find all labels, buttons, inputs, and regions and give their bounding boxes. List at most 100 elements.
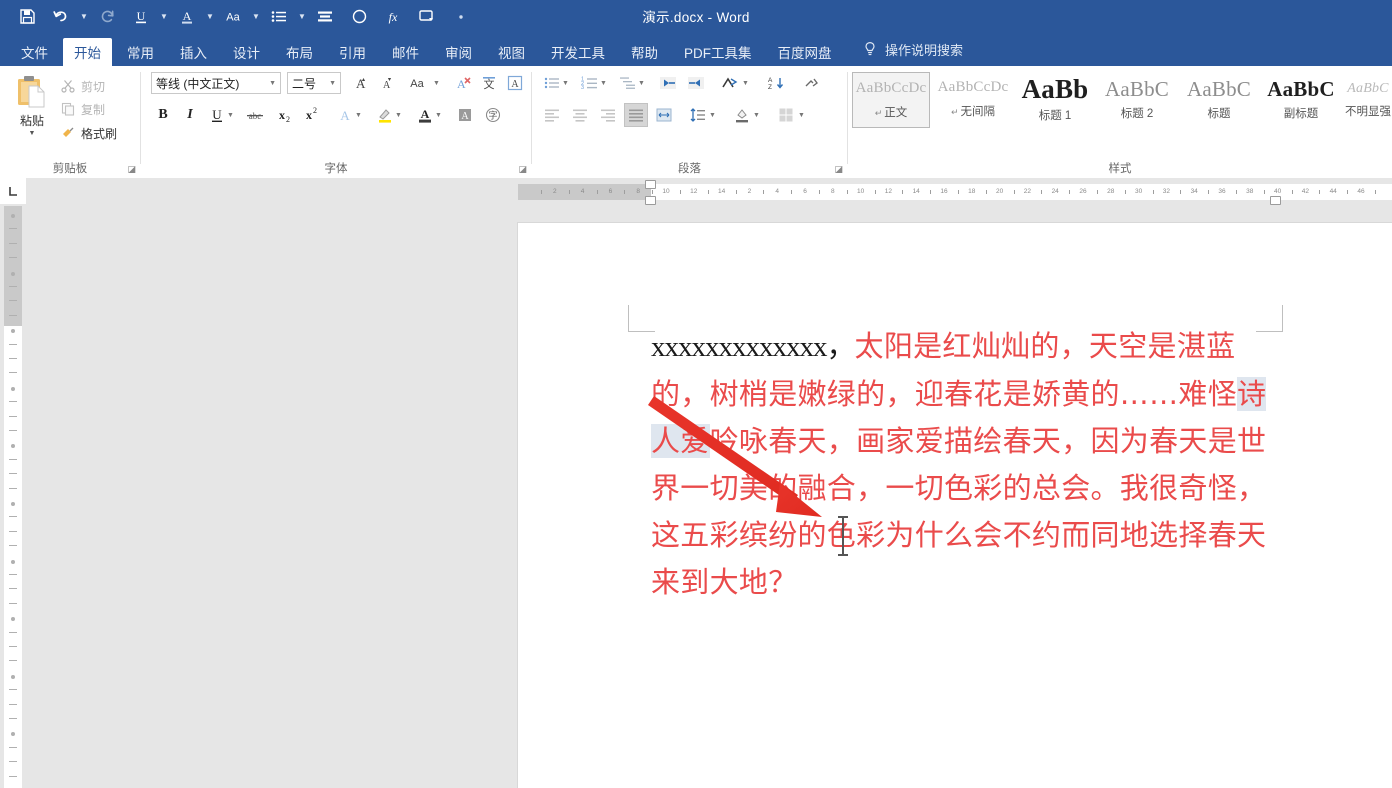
change-case-caret-icon[interactable]: ▼ [431,71,442,95]
asian-layout-caret-icon[interactable]: ▼ [740,71,751,95]
style-title[interactable]: AaBbC 标题 [1180,72,1258,128]
decrease-indent-button[interactable] [656,71,680,95]
style-subtitle[interactable]: AaBbC 副标题 [1262,72,1340,128]
tab-view[interactable]: 视图 [487,38,536,66]
style-heading-2[interactable]: AaBbC 标题 2 [1098,72,1176,128]
justify-button[interactable] [624,103,648,127]
subscript-button[interactable]: x 2 [271,103,295,127]
sort-button[interactable]: A Z [764,71,788,95]
paste-dropdown-caret-icon[interactable]: ▼ [29,130,36,137]
quick-access-toolbar[interactable]: ▼ U ▼ A ▼ Aa ▼ ▼ fx [10,0,478,32]
screenshot-icon[interactable] [410,0,444,32]
character-border-button[interactable]: A [503,71,527,95]
tab-pdf-tools[interactable]: PDF工具集 [673,38,763,66]
change-case-button[interactable]: Aa [403,71,431,95]
font-name-caret-icon[interactable]: ▼ [269,80,276,87]
tab-common[interactable]: 常用 [116,38,165,66]
asian-layout-button[interactable] [718,71,742,95]
italic-button[interactable]: I [178,103,202,127]
character-shading-button[interactable]: A [453,103,477,127]
clear-formatting-button[interactable]: A [451,71,475,95]
left-indent-marker[interactable] [645,196,656,205]
right-indent-marker[interactable] [1270,196,1281,205]
change-case-icon[interactable]: Aa [216,0,250,32]
borders-button[interactable] [774,103,798,127]
document-page[interactable]: xxxxxxxxxxxxx，太阳是红灿灿的，天空是湛蓝的，树梢是嫩绿的，迎春花是… [518,223,1392,788]
vertical-ruler[interactable] [4,206,22,788]
font-size-caret-icon[interactable]: ▼ [329,80,336,87]
ruler-tick [568,190,570,194]
tab-layout[interactable]: 布局 [275,38,324,66]
copy-button[interactable]: 复制 [60,99,105,119]
font-color-icon[interactable]: A [170,0,204,32]
shrink-font-button[interactable]: A [373,71,397,95]
align-center-button[interactable] [568,103,592,127]
undo-icon[interactable] [44,0,78,32]
text-effects-caret-icon[interactable]: ▼ [353,103,364,127]
highlight-caret-icon[interactable]: ▼ [393,103,404,127]
superscript-button[interactable]: x 2 [298,103,322,127]
ribbon: 粘贴 ▼ 剪切 复制 格式刷 剪贴板 ◪ 等线 (中文正文) ▼ 二号 ▼ A … [0,66,1392,179]
strikethrough-button[interactable]: abc [243,103,267,127]
bullets-icon[interactable] [262,0,296,32]
first-line-indent-marker[interactable] [645,180,656,189]
tab-help[interactable]: 帮助 [620,38,669,66]
function-icon[interactable]: fx [376,0,410,32]
enclose-characters-button[interactable]: 字 [481,103,505,127]
font-color-dropdown-caret-icon[interactable]: ▼ [204,0,216,32]
font-size-input[interactable]: 二号 ▼ [287,72,341,94]
tab-design[interactable]: 设计 [222,38,271,66]
tell-me-search[interactable]: 操作说明搜索 [862,32,963,66]
tab-baidu-netdisk[interactable]: 百度网盘 [767,38,843,66]
circle-icon[interactable] [342,0,376,32]
underline-style-caret-icon[interactable]: ▼ [225,103,236,127]
clipboard-dialog-launcher[interactable]: ◪ [127,164,136,175]
save-icon[interactable] [10,0,44,32]
style-no-spacing[interactable]: AaBbCcDc ↵ 无间隔 [934,72,1012,128]
tab-file[interactable]: 文件 [10,38,59,66]
svg-text:3: 3 [581,85,584,91]
font-name-input[interactable]: 等线 (中文正文) ▼ [151,72,281,94]
font-dialog-launcher[interactable]: ◪ [518,164,527,175]
format-painter-button[interactable]: 格式刷 [60,123,117,143]
increase-indent-button[interactable] [684,71,708,95]
bullets-dropdown-caret-icon[interactable]: ▼ [296,0,308,32]
show-formatting-marks-button[interactable] [800,71,824,95]
change-case-dropdown-caret-icon[interactable]: ▼ [250,0,262,32]
distribute-button[interactable] [652,103,676,127]
style-subtle-emphasis[interactable]: AaBbC 不明显强 [1344,72,1392,128]
line-spacing-caret-icon[interactable]: ▼ [707,103,718,127]
tab-home[interactable]: 开始 [63,38,112,66]
paragraph-align-icon[interactable] [308,0,342,32]
redo-icon[interactable] [90,0,124,32]
undo-dropdown-caret-icon[interactable]: ▼ [78,0,90,32]
underline-icon[interactable]: U [124,0,158,32]
numbering-caret-icon[interactable]: ▼ [598,71,609,95]
customize-qat-icon[interactable] [444,0,478,32]
multilevel-list-caret-icon[interactable]: ▼ [636,71,647,95]
ribbon-group-clipboard: 粘贴 ▼ 剪切 复制 格式刷 剪贴板 ◪ [0,66,140,178]
align-right-button[interactable] [596,103,620,127]
paragraph-dialog-launcher[interactable]: ◪ [834,164,843,175]
tab-stop-selector[interactable] [0,178,26,204]
tab-review[interactable]: 审阅 [434,38,483,66]
borders-caret-icon[interactable]: ▼ [796,103,807,127]
shading-caret-icon[interactable]: ▼ [751,103,762,127]
style-normal[interactable]: AaBbCcDc ↵ 正文 [852,72,930,128]
tab-mailings[interactable]: 邮件 [381,38,430,66]
bold-button[interactable]: B [151,103,175,127]
font-color-caret-icon[interactable]: ▼ [433,103,444,127]
style-heading-1[interactable]: AaBb 标题 1 [1016,72,1094,128]
phonetic-guide-button[interactable]: 文 [477,71,501,95]
tab-references[interactable]: 引用 [328,38,377,66]
cut-button[interactable]: 剪切 [60,76,105,96]
bullets-caret-icon[interactable]: ▼ [560,71,571,95]
tab-insert[interactable]: 插入 [169,38,218,66]
document-paragraph[interactable]: xxxxxxxxxxxxx，太阳是红灿灿的，天空是湛蓝的，树梢是嫩绿的，迎春花是… [651,323,1279,606]
highlight-icon [379,109,391,123]
tab-developer[interactable]: 开发工具 [540,38,616,66]
grow-font-button[interactable]: A [347,71,371,95]
align-left-button[interactable] [540,103,564,127]
underline-dropdown-caret-icon[interactable]: ▼ [158,0,170,32]
paste-button[interactable]: 粘贴 ▼ [10,74,54,148]
